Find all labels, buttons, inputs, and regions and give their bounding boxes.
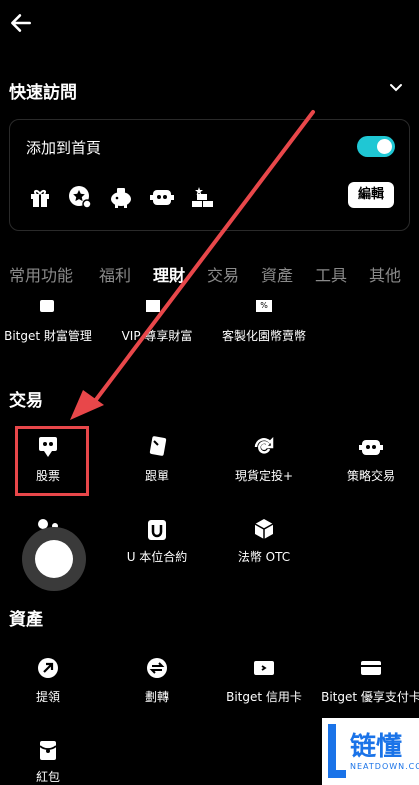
usdt-futures-icon[interactable] <box>145 518 169 542</box>
red-packet-icon[interactable] <box>36 738 60 762</box>
recurring-buy-icon[interactable] <box>252 435 276 459</box>
tab-common[interactable]: 常用功能 <box>9 262 73 286</box>
add-to-home-toggle[interactable] <box>357 136 395 157</box>
gift-icon[interactable] <box>28 185 52 209</box>
add-to-home-label: 添加到首頁 <box>26 139 102 157</box>
trading-item-recurring[interactable]: 現貨定投+ <box>235 467 293 484</box>
robot-icon[interactable] <box>150 186 174 208</box>
tab-assets[interactable]: 資產 <box>261 262 293 286</box>
vip-icon <box>146 300 160 312</box>
trading-item-futures[interactable]: U 本位合約 <box>127 548 188 565</box>
assets-item-red-packet[interactable]: 紅包 <box>36 768 60 785</box>
star-badge-icon[interactable] <box>68 185 92 209</box>
tab-other[interactable]: 其他 <box>369 262 401 286</box>
copy-trade-icon[interactable] <box>145 435 169 459</box>
trading-title: 交易 <box>9 391 43 411</box>
tab-benefits[interactable]: 福利 <box>99 262 131 286</box>
transfer-icon[interactable] <box>145 656 169 680</box>
withdraw-icon[interactable] <box>36 656 60 680</box>
floating-assistive-button[interactable] <box>22 527 86 591</box>
annotation-arrow <box>70 110 315 420</box>
strategy-bot-icon[interactable] <box>359 435 383 459</box>
wealth-item-vip[interactable]: VIP 尊享財富 <box>122 327 193 344</box>
trading-item-otc[interactable]: 法幣 OTC <box>238 548 290 565</box>
category-tabs: 常用功能 福利 理財 交易 資產 工具 其他 <box>0 262 419 288</box>
tab-tools[interactable]: 工具 <box>315 262 347 286</box>
credit-card-icon[interactable] <box>252 656 276 680</box>
wealth-management-icon <box>40 300 54 312</box>
quick-access-card <box>9 119 410 231</box>
assets-item-transfer[interactable]: 劃轉 <box>145 688 169 705</box>
watermark-text: 链懂 <box>350 732 403 762</box>
tab-trading[interactable]: 交易 <box>207 262 239 286</box>
back-arrow-icon[interactable] <box>8 10 34 36</box>
gold-bars-icon[interactable] <box>190 185 214 209</box>
trading-item-copy[interactable]: 跟單 <box>145 467 169 484</box>
watermark-l-icon <box>328 724 346 778</box>
tab-wealth[interactable]: 理財 <box>153 262 185 286</box>
wealth-item-bitget[interactable]: Bitget 財富管理 <box>4 327 92 344</box>
piggy-bank-icon[interactable] <box>108 185 134 209</box>
chevron-down-icon[interactable] <box>388 80 404 96</box>
watermark-subtext: NEATDOWN.COM <box>350 762 419 771</box>
assets-item-pay-card[interactable]: Bitget 優享支付卡 <box>321 688 419 705</box>
stocks-highlight-box <box>15 426 89 496</box>
trading-item-strategy[interactable]: 策略交易 <box>347 467 395 484</box>
pay-card-icon[interactable] <box>359 656 383 680</box>
assets-item-credit-card[interactable]: Bitget 信用卡 <box>226 688 302 705</box>
assets-item-withdraw[interactable]: 提領 <box>36 688 60 705</box>
quick-access-title: 快速訪問 <box>9 83 77 103</box>
watermark-logo: 链懂 NEATDOWN.COM <box>322 718 419 785</box>
otc-box-icon[interactable] <box>252 517 276 541</box>
custom-percent-icon: % <box>256 300 272 312</box>
assets-title: 資產 <box>9 610 43 630</box>
wealth-item-custom[interactable]: 客製化園幣賣幣 <box>222 327 306 344</box>
edit-button[interactable]: 編輯 <box>348 182 394 208</box>
